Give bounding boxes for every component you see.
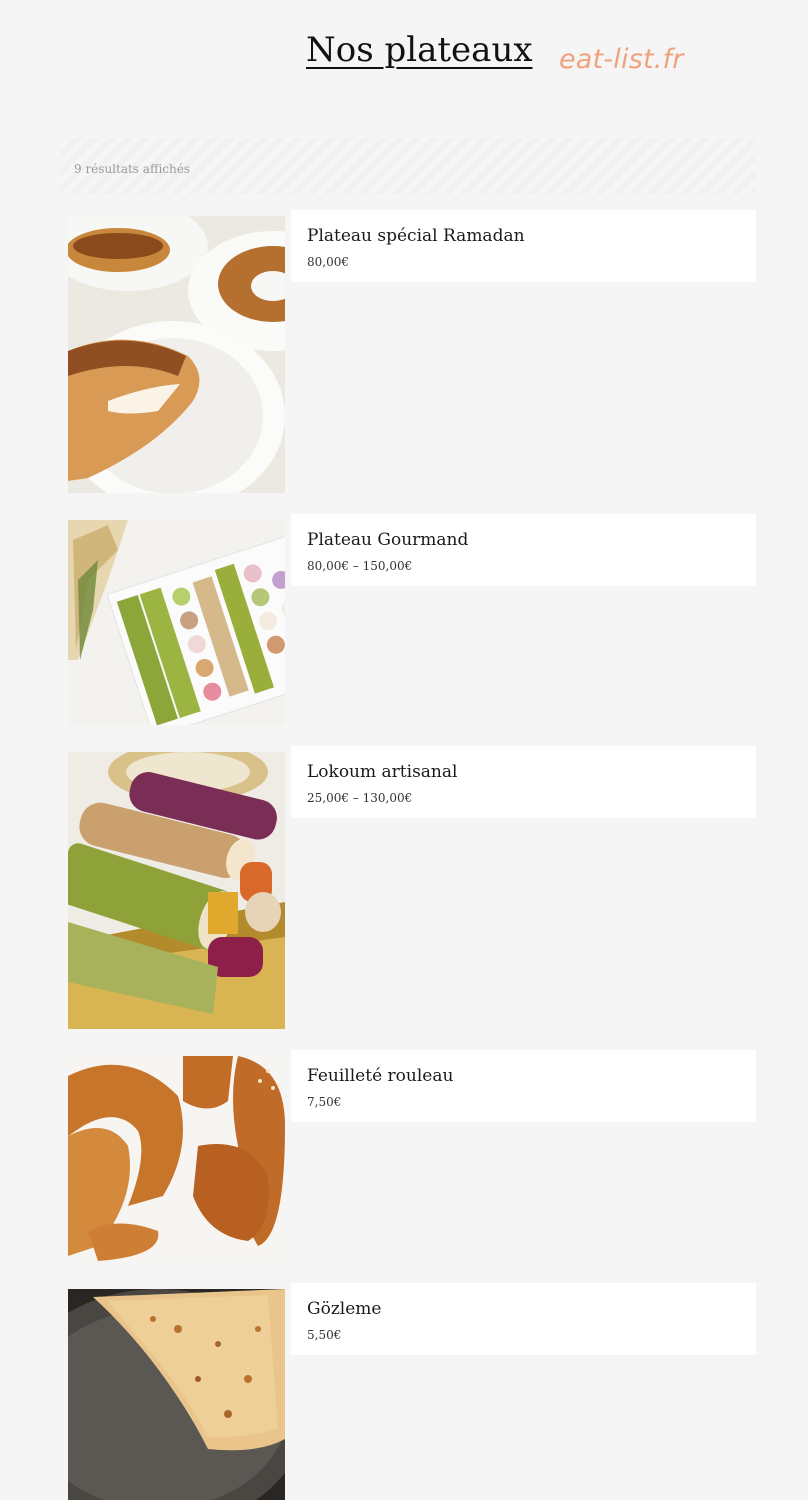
product-price: 5,50€ — [307, 1328, 342, 1342]
site-watermark: eat-list.fr — [559, 44, 684, 75]
product-info: Lokoum artisanal 25,00€ – 130,00€ — [291, 746, 756, 818]
product-image-feuillete-rouleau[interactable] — [68, 1056, 285, 1261]
product-info: Gözleme 5,50€ — [291, 1283, 756, 1355]
product-name[interactable]: Gözleme — [307, 1299, 381, 1319]
product-price: 80,00€ — [307, 255, 349, 269]
product-image-plateau-ramadan[interactable] — [68, 216, 285, 493]
product-name[interactable]: Plateau spécial Ramadan — [307, 226, 525, 246]
page-title[interactable]: Nos plateaux — [306, 28, 533, 72]
product-price: 7,50€ — [307, 1095, 342, 1109]
product-name[interactable]: Plateau Gourmand — [307, 530, 468, 550]
product-image-gozleme[interactable] — [68, 1289, 285, 1500]
product-image-lokoum-artisanal[interactable] — [68, 752, 285, 1029]
product-name[interactable]: Lokoum artisanal — [307, 762, 457, 782]
product-info: Plateau Gourmand 80,00€ – 150,00€ — [291, 514, 756, 586]
product-info: Feuilleté rouleau 7,50€ — [291, 1050, 756, 1122]
product-image-plateau-gourmand[interactable] — [68, 520, 285, 725]
results-count: 9 résultats affichés — [74, 162, 191, 176]
product-price: 25,00€ – 130,00€ — [307, 791, 413, 805]
product-info: Plateau spécial Ramadan 80,00€ — [291, 210, 756, 282]
product-name[interactable]: Feuilleté rouleau — [307, 1066, 453, 1086]
results-bar: 9 résultats affichés — [60, 138, 756, 194]
product-price: 80,00€ – 150,00€ — [307, 559, 413, 573]
